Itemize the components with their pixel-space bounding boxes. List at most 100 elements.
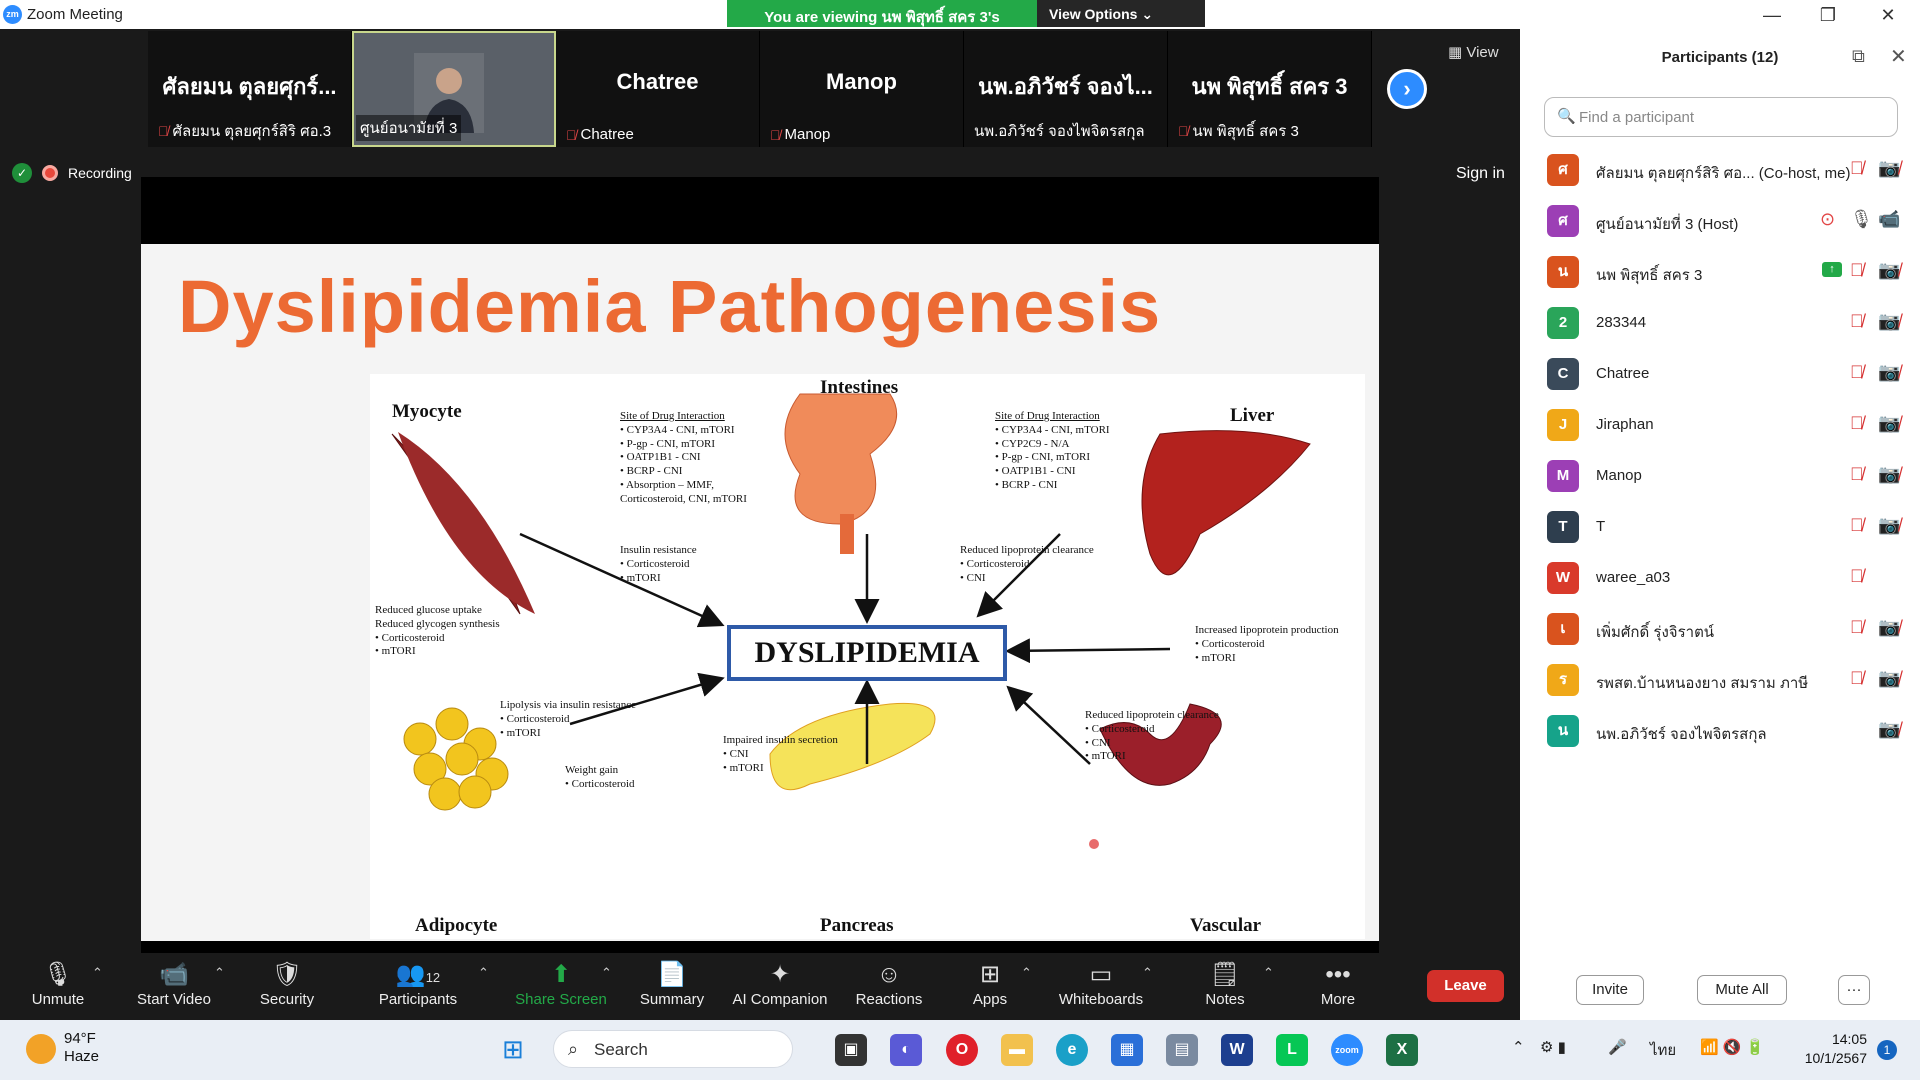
participant-row[interactable]: น นพ.อภิวัชร์ จองไพจิตรสกุล 📷̸ <box>1520 705 1920 756</box>
leave-button[interactable]: Leave <box>1427 970 1504 1002</box>
close-panel-icon[interactable]: ✕ <box>1890 44 1907 69</box>
gallery-next-button[interactable]: › <box>1387 69 1427 109</box>
close-window-button[interactable]: ✕ <box>1868 4 1908 26</box>
mic-off-icon[interactable]: 🎙̸ <box>1850 515 1864 536</box>
panel-more-button[interactable]: ··· <box>1838 975 1870 1005</box>
participant-avatar: J <box>1547 409 1579 441</box>
participant-tile[interactable]: นพ.อภิวัชร์ จองไ... นพ.อภิวัชร์ จองไพจิต… <box>964 31 1168 147</box>
participant-row[interactable]: ร รพสต.บ้านหนองยาง สมราม ภาษี 🎙̸ 📷̸ <box>1520 654 1920 705</box>
participants-options-caret[interactable]: ⌃ <box>478 965 489 981</box>
participant-row[interactable]: น นพ พิสุทธิ์ สคร 3 ↑ 🎙̸ 📷̸ <box>1520 246 1920 297</box>
clock[interactable]: 14:05 10/1/2567 <box>1795 1030 1867 1068</box>
participant-row[interactable]: ศ ศูนย์อนามัยที่ 3 (Host) ⊙ 🎙 📹 <box>1520 195 1920 246</box>
audio-options-caret[interactable]: ⌃ <box>92 965 103 981</box>
video-off-icon[interactable]: 📷̸ <box>1878 515 1900 536</box>
security-button[interactable]: 🛡 Security <box>254 959 320 1008</box>
mic-off-icon[interactable]: 🎙̸ <box>1850 464 1864 485</box>
participant-row[interactable]: C Chatree 🎙̸ 📷̸ <box>1520 348 1920 399</box>
weather-widget[interactable]: 94°F Haze <box>64 1030 99 1066</box>
tray-chevron-icon[interactable]: ⌃ <box>1512 1038 1525 1056</box>
popout-icon[interactable]: ⧉ <box>1852 46 1865 67</box>
mic-off-icon[interactable]: 🎙̸ <box>1850 311 1864 332</box>
taskbar-search[interactable]: ⌕ Search <box>553 1030 793 1068</box>
task-view-icon[interactable]: ▣ <box>835 1034 867 1066</box>
apps-button[interactable]: ⊞ Apps <box>960 959 1020 1008</box>
store-icon[interactable]: ▦ <box>1111 1034 1143 1066</box>
reactions-button[interactable]: ☺ Reactions <box>853 959 925 1008</box>
participant-row[interactable]: J Jiraphan 🎙̸ 📷̸ <box>1520 399 1920 450</box>
view-options-button[interactable]: View Options ⌄ <box>1037 0 1205 27</box>
video-off-icon[interactable]: 📷̸ <box>1878 719 1900 740</box>
participant-row[interactable]: ศ ศัลยมน ตุลยศุกร์สิริ ศอ... (Co-host, me… <box>1520 144 1920 195</box>
summary-button[interactable]: 📄 Summary <box>636 959 708 1008</box>
participant-row[interactable]: M Manop 🎙̸ 📷̸ <box>1520 450 1920 501</box>
video-off-icon[interactable]: 📷̸ <box>1878 668 1900 689</box>
video-off-icon[interactable]: 📷̸ <box>1878 362 1900 383</box>
notes-options-caret[interactable]: ⌃ <box>1263 965 1274 981</box>
tray-icons[interactable]: ⚙ ▮ <box>1540 1038 1566 1056</box>
meet-icon[interactable]: ◐ <box>890 1034 922 1066</box>
mic-off-icon[interactable]: 🎙̸ <box>1850 362 1864 383</box>
participant-tile[interactable]: นพ พิสุทธิ์ สคร 3 🎙̸ นพ พิสุทธิ์ สคร 3 <box>1168 31 1372 147</box>
whiteboards-options-caret[interactable]: ⌃ <box>1142 965 1153 981</box>
edge-icon[interactable]: e <box>1056 1034 1088 1066</box>
video-off-icon[interactable]: 📷̸ <box>1878 158 1900 179</box>
windows-start-icon[interactable]: ⊞ <box>502 1034 524 1065</box>
participant-name: นพ พิสุทธิ์ สคร 3 <box>1596 267 1703 284</box>
video-off-icon[interactable]: 📷̸ <box>1878 617 1900 638</box>
video-icon[interactable]: 📹 <box>1878 209 1900 230</box>
ai-companion-button[interactable]: ✦ AI Companion <box>730 959 830 1008</box>
video-off-icon[interactable]: 📷̸ <box>1878 464 1900 485</box>
zoom-app-icon[interactable]: zoom <box>1331 1034 1363 1066</box>
share-screen-button[interactable]: ⬆ Share Screen <box>513 959 609 1008</box>
more-button[interactable]: ••• More <box>1310 959 1366 1008</box>
excel-icon[interactable]: X <box>1386 1034 1418 1066</box>
share-options-caret[interactable]: ⌃ <box>601 965 612 981</box>
opera-icon[interactable]: O <box>946 1034 978 1066</box>
unmute-button[interactable]: 🎙 Unmute <box>25 959 91 1008</box>
mic-off-icon[interactable]: 🎙̸ <box>1850 260 1864 281</box>
mic-off-icon[interactable]: 🎙̸ <box>1850 413 1864 434</box>
tile-name: Manop <box>826 69 897 94</box>
mute-all-button[interactable]: Mute All <box>1697 975 1787 1005</box>
language-indicator[interactable]: ไทย <box>1650 1038 1676 1062</box>
weather-icon[interactable] <box>26 1034 56 1064</box>
notification-badge[interactable]: 1 <box>1877 1040 1897 1060</box>
participant-tile[interactable]: ศัลยมน ตุลยศุกร์... 🎙̸ ศัลยมน ตุลยศุกร์สิ… <box>148 31 352 147</box>
notes-button[interactable]: 🗒 Notes <box>1195 959 1255 1008</box>
apps-options-caret[interactable]: ⌃ <box>1021 965 1032 981</box>
mic-off-icon[interactable]: 🎙̸ <box>1850 158 1864 179</box>
participant-tile[interactable]: Chatree 🎙̸ Chatree <box>556 31 760 147</box>
participant-row[interactable]: 2 283344 🎙̸ 📷̸ <box>1520 297 1920 348</box>
invite-button[interactable]: Invite <box>1576 975 1644 1005</box>
video-off-icon[interactable]: 📷̸ <box>1878 413 1900 434</box>
whiteboards-button[interactable]: ▭ Whiteboards <box>1053 959 1149 1008</box>
participant-row[interactable]: เ เพิ่มศักดิ์ รุ่งจิราตน์ 🎙̸ 📷̸ <box>1520 603 1920 654</box>
app-icon[interactable]: ▤ <box>1166 1034 1198 1066</box>
restore-button[interactable]: ❐ <box>1808 4 1848 26</box>
whiteboard-icon: ▭ <box>1089 961 1113 988</box>
start-video-button[interactable]: 📹 Start Video <box>133 959 215 1008</box>
mic-off-icon[interactable]: 🎙̸ <box>1850 566 1864 587</box>
participant-search-input[interactable]: 🔍 Find a participant <box>1544 97 1898 137</box>
sign-in-button[interactable]: Sign in <box>1456 165 1505 183</box>
participant-tile-video[interactable]: ศูนย์อนามัยที่ 3 <box>352 31 556 147</box>
video-off-icon[interactable]: 📷̸ <box>1878 260 1900 281</box>
mic-off-icon[interactable]: 🎙̸ <box>1850 668 1864 689</box>
video-off-icon[interactable]: 📷̸ <box>1878 311 1900 332</box>
mic-icon[interactable]: 🎙 <box>1850 209 1873 230</box>
liver-clear-item: Corticosteroid <box>960 558 1094 572</box>
network-sound-battery-icons[interactable]: 📶 🔇 🔋 <box>1700 1038 1764 1056</box>
view-button[interactable]: ▦ View <box>1448 43 1499 61</box>
video-options-caret[interactable]: ⌃ <box>214 965 225 981</box>
participant-row[interactable]: Wwaree_a03 🎙̸ <box>1520 552 1920 603</box>
participant-row[interactable]: T T 🎙̸ 📷̸ <box>1520 501 1920 552</box>
file-explorer-icon[interactable]: ▬ <box>1001 1034 1033 1066</box>
mic-tray-icon[interactable]: 🎤 <box>1608 1038 1627 1056</box>
participant-tile[interactable]: Manop 🎙̸ Manop <box>760 31 964 147</box>
mic-off-icon[interactable]: 🎙̸ <box>1850 617 1864 638</box>
line-icon[interactable]: L <box>1276 1034 1308 1066</box>
webex-icon[interactable]: W <box>1221 1034 1253 1066</box>
participants-button[interactable]: 👥12 Participants <box>375 959 461 1008</box>
minimize-button[interactable]: — <box>1752 4 1792 26</box>
